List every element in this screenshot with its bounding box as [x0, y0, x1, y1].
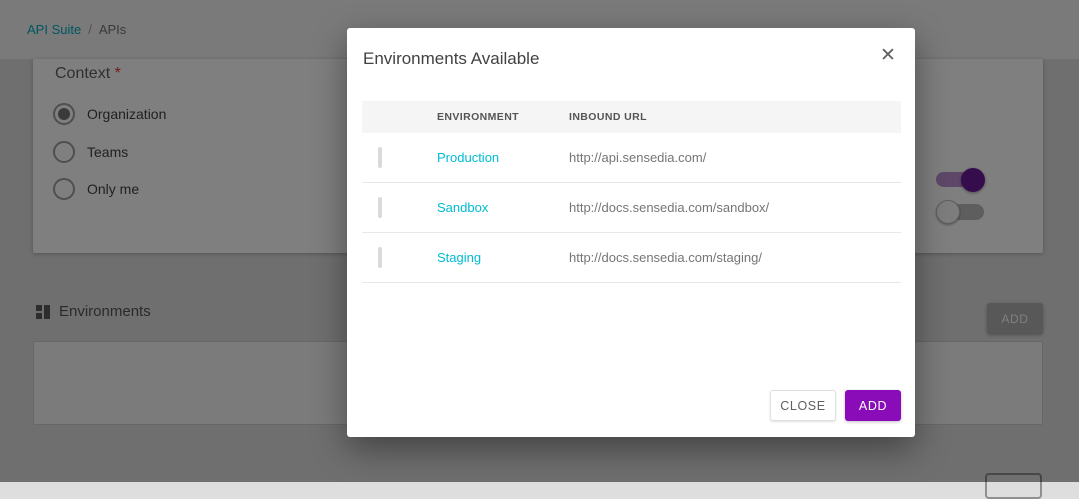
environments-table: ENVIRONMENT INBOUND URL Production http:… [362, 101, 901, 283]
environment-column-header: ENVIRONMENT [437, 111, 519, 123]
inbound-url-column-header: INBOUND URL [569, 111, 647, 123]
dialog-title: Environments Available [363, 49, 540, 68]
add-button[interactable]: ADD [845, 390, 901, 421]
close-button[interactable]: CLOSE [770, 390, 836, 421]
inbound-url: http://docs.sensedia.com/staging/ [569, 249, 762, 265]
page: API Suite / APIs Context * Organization … [0, 0, 1079, 499]
row-checkbox[interactable] [378, 146, 382, 168]
table-row-sandbox: Sandbox http://docs.sensedia.com/sandbox… [362, 183, 901, 233]
table-header-row: ENVIRONMENT INBOUND URL [362, 101, 901, 133]
environment-link[interactable]: Staging [437, 250, 481, 265]
environments-available-dialog: Environments Available ✕ ENVIRONMENT INB… [347, 28, 915, 437]
environment-link[interactable]: Production [437, 150, 499, 165]
table-row-staging: Staging http://docs.sensedia.com/staging… [362, 233, 901, 283]
table-row-production: Production http://api.sensedia.com/ [362, 133, 901, 183]
dialog-footer: CLOSE ADD [770, 390, 901, 421]
row-checkbox[interactable] [378, 196, 382, 218]
environment-link[interactable]: Sandbox [437, 200, 488, 215]
inbound-url: http://docs.sensedia.com/sandbox/ [569, 199, 770, 215]
inbound-url: http://api.sensedia.com/ [569, 149, 707, 165]
row-checkbox[interactable] [378, 246, 382, 268]
close-icon[interactable]: ✕ [874, 41, 902, 69]
